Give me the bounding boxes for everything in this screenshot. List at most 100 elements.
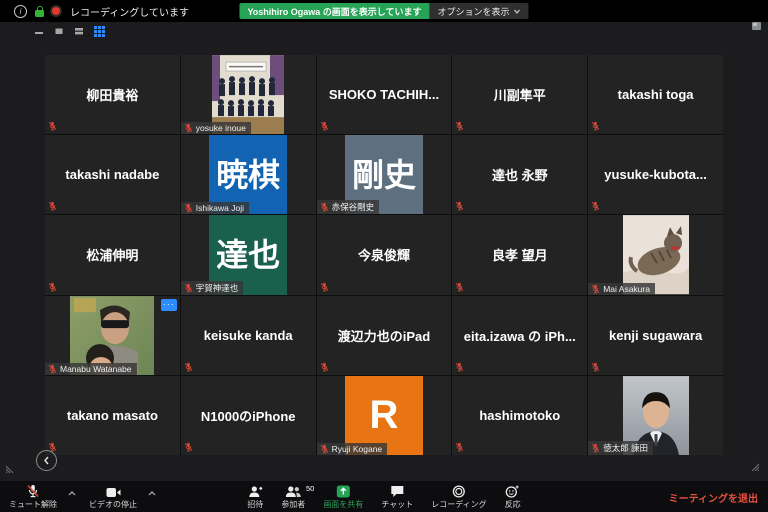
participant-name: 良孝 望月 [452, 215, 587, 294]
invite-button[interactable]: 招待 [240, 481, 270, 512]
muted-mic-icon [48, 364, 57, 374]
muted-mic-icon [455, 362, 464, 372]
share-screen-button[interactable]: 画面を共有 [316, 481, 370, 512]
stop-video-button[interactable]: ビデオの停止 [82, 481, 144, 512]
share-options-label: オプションを表示 [438, 5, 510, 18]
participant-name: takano masato [45, 376, 180, 455]
unmute-button[interactable]: ミュート解除 [2, 481, 64, 512]
shared-content-text: 達也 [216, 239, 280, 271]
muted-mic-icon [320, 444, 329, 454]
participant-name-tag-text: Ishikawa Joji [196, 203, 244, 213]
participant-muted-status [455, 442, 464, 452]
invite-icon [248, 484, 262, 498]
resize-handle-bottom-right[interactable] [748, 460, 759, 471]
recording-button[interactable]: レコーディング [424, 481, 493, 512]
stop-video-button-options-chevron[interactable] [144, 477, 160, 509]
participant-tile[interactable]: takano masato [45, 376, 180, 455]
participant-name-tag-text: Ryuji Kogane [332, 444, 383, 454]
participant-name: takashi toga [588, 55, 723, 134]
participant-tile[interactable]: yusuke-kubota... [588, 135, 723, 214]
invite-button-label: 招待 [247, 499, 263, 510]
participant-name: N1000のiPhone [181, 376, 316, 455]
participant-tile[interactable]: hashimotoko [452, 376, 587, 455]
reactions-button[interactable]: 反応 [498, 481, 528, 512]
participant-tile[interactable]: 達也宇賀神達也 [181, 215, 316, 294]
participants-button[interactable]: 参加者50 [274, 481, 312, 512]
participant-tile[interactable]: 柳田貴裕 [45, 55, 180, 134]
muted-mic-icon [184, 362, 193, 372]
participant-tile[interactable]: 暁棋Ishikawa Joji [181, 135, 316, 214]
chevron-left-icon [43, 456, 50, 465]
participant-tile[interactable]: 今泉俊輝 [317, 215, 452, 294]
thumbnail-view-icon[interactable] [74, 26, 84, 36]
participant-tile[interactable]: N1000のiPhone [181, 376, 316, 455]
participant-name: 川副隼平 [452, 55, 587, 134]
share-screen-button-label: 画面を共有 [323, 499, 363, 510]
more-options-button[interactable]: ··· [161, 299, 177, 311]
stop-video-button-label: ビデオの停止 [89, 499, 137, 510]
reactions-icon [506, 484, 520, 498]
muted-mic-icon [320, 362, 329, 372]
window-control-icon[interactable] [752, 22, 761, 30]
participant-tile[interactable]: ··· Manabu Watanabe [45, 296, 180, 375]
participant-tile[interactable]: takashi nadabe [45, 135, 180, 214]
participant-name: keisuke kanda [181, 296, 316, 375]
top-status-bar: i レコーディングしています Yoshihiro Ogawa の画面を表示してい… [0, 0, 768, 22]
view-controls [34, 26, 105, 36]
zoom-meeting-window: i レコーディングしています Yoshihiro Ogawa の画面を表示してい… [0, 0, 768, 512]
participant-tile[interactable]: 渡辺力也のiPad [317, 296, 452, 375]
participant-name: 渡辺力也のiPad [317, 296, 452, 375]
participant-name: takashi nadabe [45, 135, 180, 214]
participant-tile[interactable]: 川副隼平 [452, 55, 587, 134]
participant-name-tag: Ryuji Kogane [317, 443, 388, 455]
participant-tile[interactable]: yosuke inoue [181, 55, 316, 134]
unmute-button-options-chevron[interactable] [64, 477, 80, 509]
participant-name-tag-text: 宇賀神達也 [196, 282, 239, 294]
participant-name: 達也 永野 [452, 135, 587, 214]
unmute-button-label: ミュート解除 [9, 499, 57, 510]
participant-tile[interactable]: Mai Asakura [588, 215, 723, 294]
participant-tile[interactable]: 松浦伸明 [45, 215, 180, 294]
chat-button-label: チャット [381, 499, 413, 510]
gallery-view-icon[interactable] [94, 26, 105, 37]
chat-button[interactable]: チャット [374, 481, 420, 512]
participant-name-tag: Manabu Watanabe [45, 363, 137, 375]
previous-page-button[interactable] [36, 450, 57, 471]
muted-mic-icon [591, 201, 600, 211]
share-options-button[interactable]: オプションを表示 [430, 3, 529, 19]
participant-name-tag-text: Mai Asakura [603, 284, 650, 294]
participant-name-tag: 赤保谷剛史 [317, 200, 380, 214]
participant-tile[interactable]: RRyuji Kogane [317, 376, 452, 455]
muted-mic-icon [184, 283, 193, 293]
participant-tile[interactable]: 良孝 望月 [452, 215, 587, 294]
participant-name: yusuke-kubota... [588, 135, 723, 214]
participants-icon [285, 484, 301, 498]
participant-name: 今泉俊輝 [317, 215, 452, 294]
participant-tile[interactable]: 達也 永野 [452, 135, 587, 214]
participant-tile[interactable]: takashi toga [588, 55, 723, 134]
participant-tile[interactable]: kenji sugawara [588, 296, 723, 375]
muted-mic-icon [320, 282, 329, 292]
record-icon [452, 484, 465, 498]
participant-tile[interactable]: eita.izawa の iPh... [452, 296, 587, 375]
meeting-toolbar: ミュート解除 ビデオの停止 招待参加者50 画面を共有 チャットレコーディング反応 ミ… [0, 480, 768, 512]
participant-muted-status [591, 201, 600, 211]
participant-name-tag-text: yosuke inoue [196, 123, 246, 133]
meeting-info-icon[interactable]: i [14, 5, 27, 18]
participant-tile[interactable]: 剛史赤保谷剛史 [317, 135, 452, 214]
speaker-view-icon[interactable] [54, 26, 64, 36]
participant-name-tag: Mai Asakura [588, 283, 655, 295]
resize-handle-bottom-left[interactable] [6, 462, 17, 473]
muted-mic-icon [591, 284, 600, 294]
muted-mic-icon [455, 201, 464, 211]
participant-name: kenji sugawara [588, 296, 723, 375]
muted-mic-icon [48, 201, 57, 211]
muted-mic-icon [320, 121, 329, 131]
participant-tile[interactable]: SHOKO TACHIH... [317, 55, 452, 134]
participant-muted-status [184, 442, 193, 452]
participant-tile[interactable]: keisuke kanda [181, 296, 316, 375]
leave-meeting-button[interactable]: ミーティングを退出 [669, 481, 758, 512]
minimize-icon[interactable] [34, 26, 44, 36]
participant-muted-status [455, 121, 464, 131]
participant-tile[interactable]: 徳太郎 諌田 [588, 376, 723, 455]
